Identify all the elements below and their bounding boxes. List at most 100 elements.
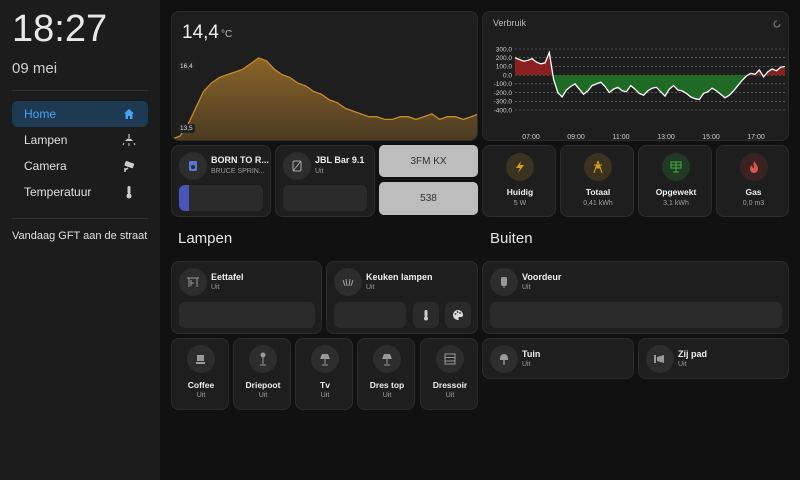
temperature-card[interactable]: 14,4 °C 16,4 13,5	[171, 11, 478, 141]
y-tick-label: 100.0	[496, 64, 513, 71]
light-name: Driepoot	[245, 380, 281, 390]
divider	[12, 90, 148, 91]
nav-item-camera[interactable]: Camera	[12, 153, 148, 179]
x-tick-label: 13:00	[657, 134, 675, 141]
light-card-eettafel[interactable]: Eettafel Uit	[171, 261, 322, 334]
light-state: Uit	[196, 392, 206, 399]
divider	[12, 218, 148, 219]
nav-item-label: Camera	[24, 159, 67, 173]
temperature-chart	[172, 57, 477, 140]
y-tick-label: -400.0	[494, 107, 513, 114]
media-title: JBL Bar 9.1	[315, 155, 365, 165]
light-card-driepoot[interactable]: Driepoot Uit	[233, 338, 291, 410]
y-tick-label: -300.0	[494, 99, 513, 106]
light-card-dressoir[interactable]: Dressoir Uit	[420, 338, 478, 410]
cctv-icon	[122, 159, 136, 173]
usage-card[interactable]: Verbruik 300.0 200.0 100.0 0.0 -100.0 -200.0-…	[482, 11, 789, 141]
outdoor-lamp-icon	[490, 268, 518, 296]
media-artist: BRUCE SPRIN...	[211, 168, 265, 175]
usage-chart: 300.0 200.0 100.00.0 -100.0 -200.0 -300.0-400…	[494, 46, 786, 141]
transmission-tower-icon	[584, 153, 612, 181]
light-card-tuin[interactable]: Tuin Uit	[482, 338, 634, 379]
brightness-slider[interactable]	[179, 302, 315, 328]
light-state: Uit	[522, 361, 531, 368]
light-name: Tuin	[522, 349, 541, 359]
brightness-slider[interactable]	[490, 302, 782, 328]
tree-icon	[490, 345, 518, 373]
y-tick-label: 200.0	[496, 55, 513, 62]
light-name: Keuken lampen	[366, 272, 433, 282]
light-card-voordeur[interactable]: Voordeur Uit	[482, 261, 789, 334]
energy-card-huidig[interactable]: Huidig 5 W	[482, 145, 556, 217]
x-tick-label: 07:00	[522, 134, 540, 141]
dresser-icon	[436, 345, 464, 373]
light-state: Uit	[522, 284, 531, 291]
energy-card-opgewekt[interactable]: Opgewekt 3,1 kWh	[638, 145, 712, 217]
volume-slider[interactable]	[179, 185, 263, 211]
light-name: Zij pad	[678, 349, 707, 359]
energy-value: 5 W	[513, 200, 527, 207]
radio-538-button[interactable]: 538	[379, 182, 478, 215]
nav-item-temperatuur[interactable]: Temperatuur	[12, 179, 148, 205]
thermometer-icon	[122, 185, 136, 199]
floor-lamp-icon	[249, 345, 277, 373]
light-name: Eettafel	[211, 272, 244, 282]
light-state: Uit	[382, 392, 392, 399]
energy-card-gas[interactable]: Gas 0,0 m3	[716, 145, 789, 217]
temperature-min-label: 13,5	[178, 124, 195, 133]
brightness-slider[interactable]	[334, 302, 406, 328]
date: 09 mei	[12, 60, 58, 77]
radio-3fm-button[interactable]: 3FM KX	[379, 145, 478, 177]
sidebar: 18:27 09 mei Home Lampen Camera Temperat…	[0, 0, 160, 480]
clock: 18:27	[12, 8, 108, 50]
nav-item-label: Temperatuur	[24, 185, 92, 199]
y-tick-label: 0.0	[503, 72, 512, 79]
section-title-buiten: Buiten	[490, 230, 533, 247]
section-title-lampen: Lampen	[178, 230, 233, 247]
dining-table-icon	[179, 268, 207, 296]
media-player-card[interactable]: JBL Bar 9.1 Uit	[275, 145, 375, 217]
media-player-card[interactable]: BORN TO R... BRUCE SPRIN...	[171, 145, 271, 217]
nav-item-home[interactable]: Home	[12, 101, 148, 127]
speaker-icon	[179, 152, 207, 180]
energy-value: 3,1 kWh	[663, 200, 689, 207]
notice-text: Vandaag GFT aan de straat	[12, 230, 148, 242]
energy-name: Totaal	[585, 187, 611, 197]
soundbar-icon	[283, 152, 311, 180]
y-tick-label: 300.0	[496, 46, 513, 53]
light-card-coffee[interactable]: Coffee Uit	[171, 338, 229, 410]
y-tick-label: -200.0	[494, 90, 513, 97]
temperature-area	[172, 58, 477, 140]
media-title: BORN TO R...	[211, 155, 269, 165]
light-state: Uit	[366, 284, 375, 291]
light-card-keuken[interactable]: Keuken lampen Uit	[326, 261, 478, 334]
light-state: Uit	[258, 392, 268, 399]
home-icon	[122, 107, 136, 121]
energy-card-totaal[interactable]: Totaal 0,41 kWh	[560, 145, 634, 217]
temperature-max-label: 16,4	[178, 62, 195, 71]
light-state: Uit	[445, 392, 455, 399]
color-temperature-button[interactable]	[413, 302, 439, 328]
volume-slider-fill	[179, 185, 190, 211]
ceiling-light-icon	[122, 133, 136, 147]
light-card-dres-top[interactable]: Dres top Uit	[357, 338, 415, 410]
nav-item-label: Home	[24, 107, 57, 121]
nav-item-lampen[interactable]: Lampen	[12, 127, 148, 153]
nav-menu: Home Lampen Camera Temperatuur	[12, 101, 148, 205]
coffee-icon	[187, 345, 215, 373]
light-name: Voordeur	[522, 272, 562, 282]
volume-slider[interactable]	[283, 185, 367, 211]
light-state: Uit	[211, 284, 220, 291]
energy-name: Huidig	[506, 187, 534, 197]
x-tick-label: 15:00	[702, 134, 720, 141]
lamp-icon	[373, 345, 401, 373]
color-picker-button[interactable]	[445, 302, 471, 328]
chandelier-icon	[334, 268, 362, 296]
light-card-tv[interactable]: Tv Uit	[295, 338, 353, 410]
light-name: Dressoir	[432, 380, 468, 390]
light-card-zij-pad[interactable]: Zij pad Uit	[638, 338, 789, 379]
energy-value: 0,41 kWh	[583, 200, 613, 207]
palette-icon	[453, 310, 463, 320]
solar-panel-icon	[662, 153, 690, 181]
x-tick-label: 09:00	[567, 134, 585, 141]
